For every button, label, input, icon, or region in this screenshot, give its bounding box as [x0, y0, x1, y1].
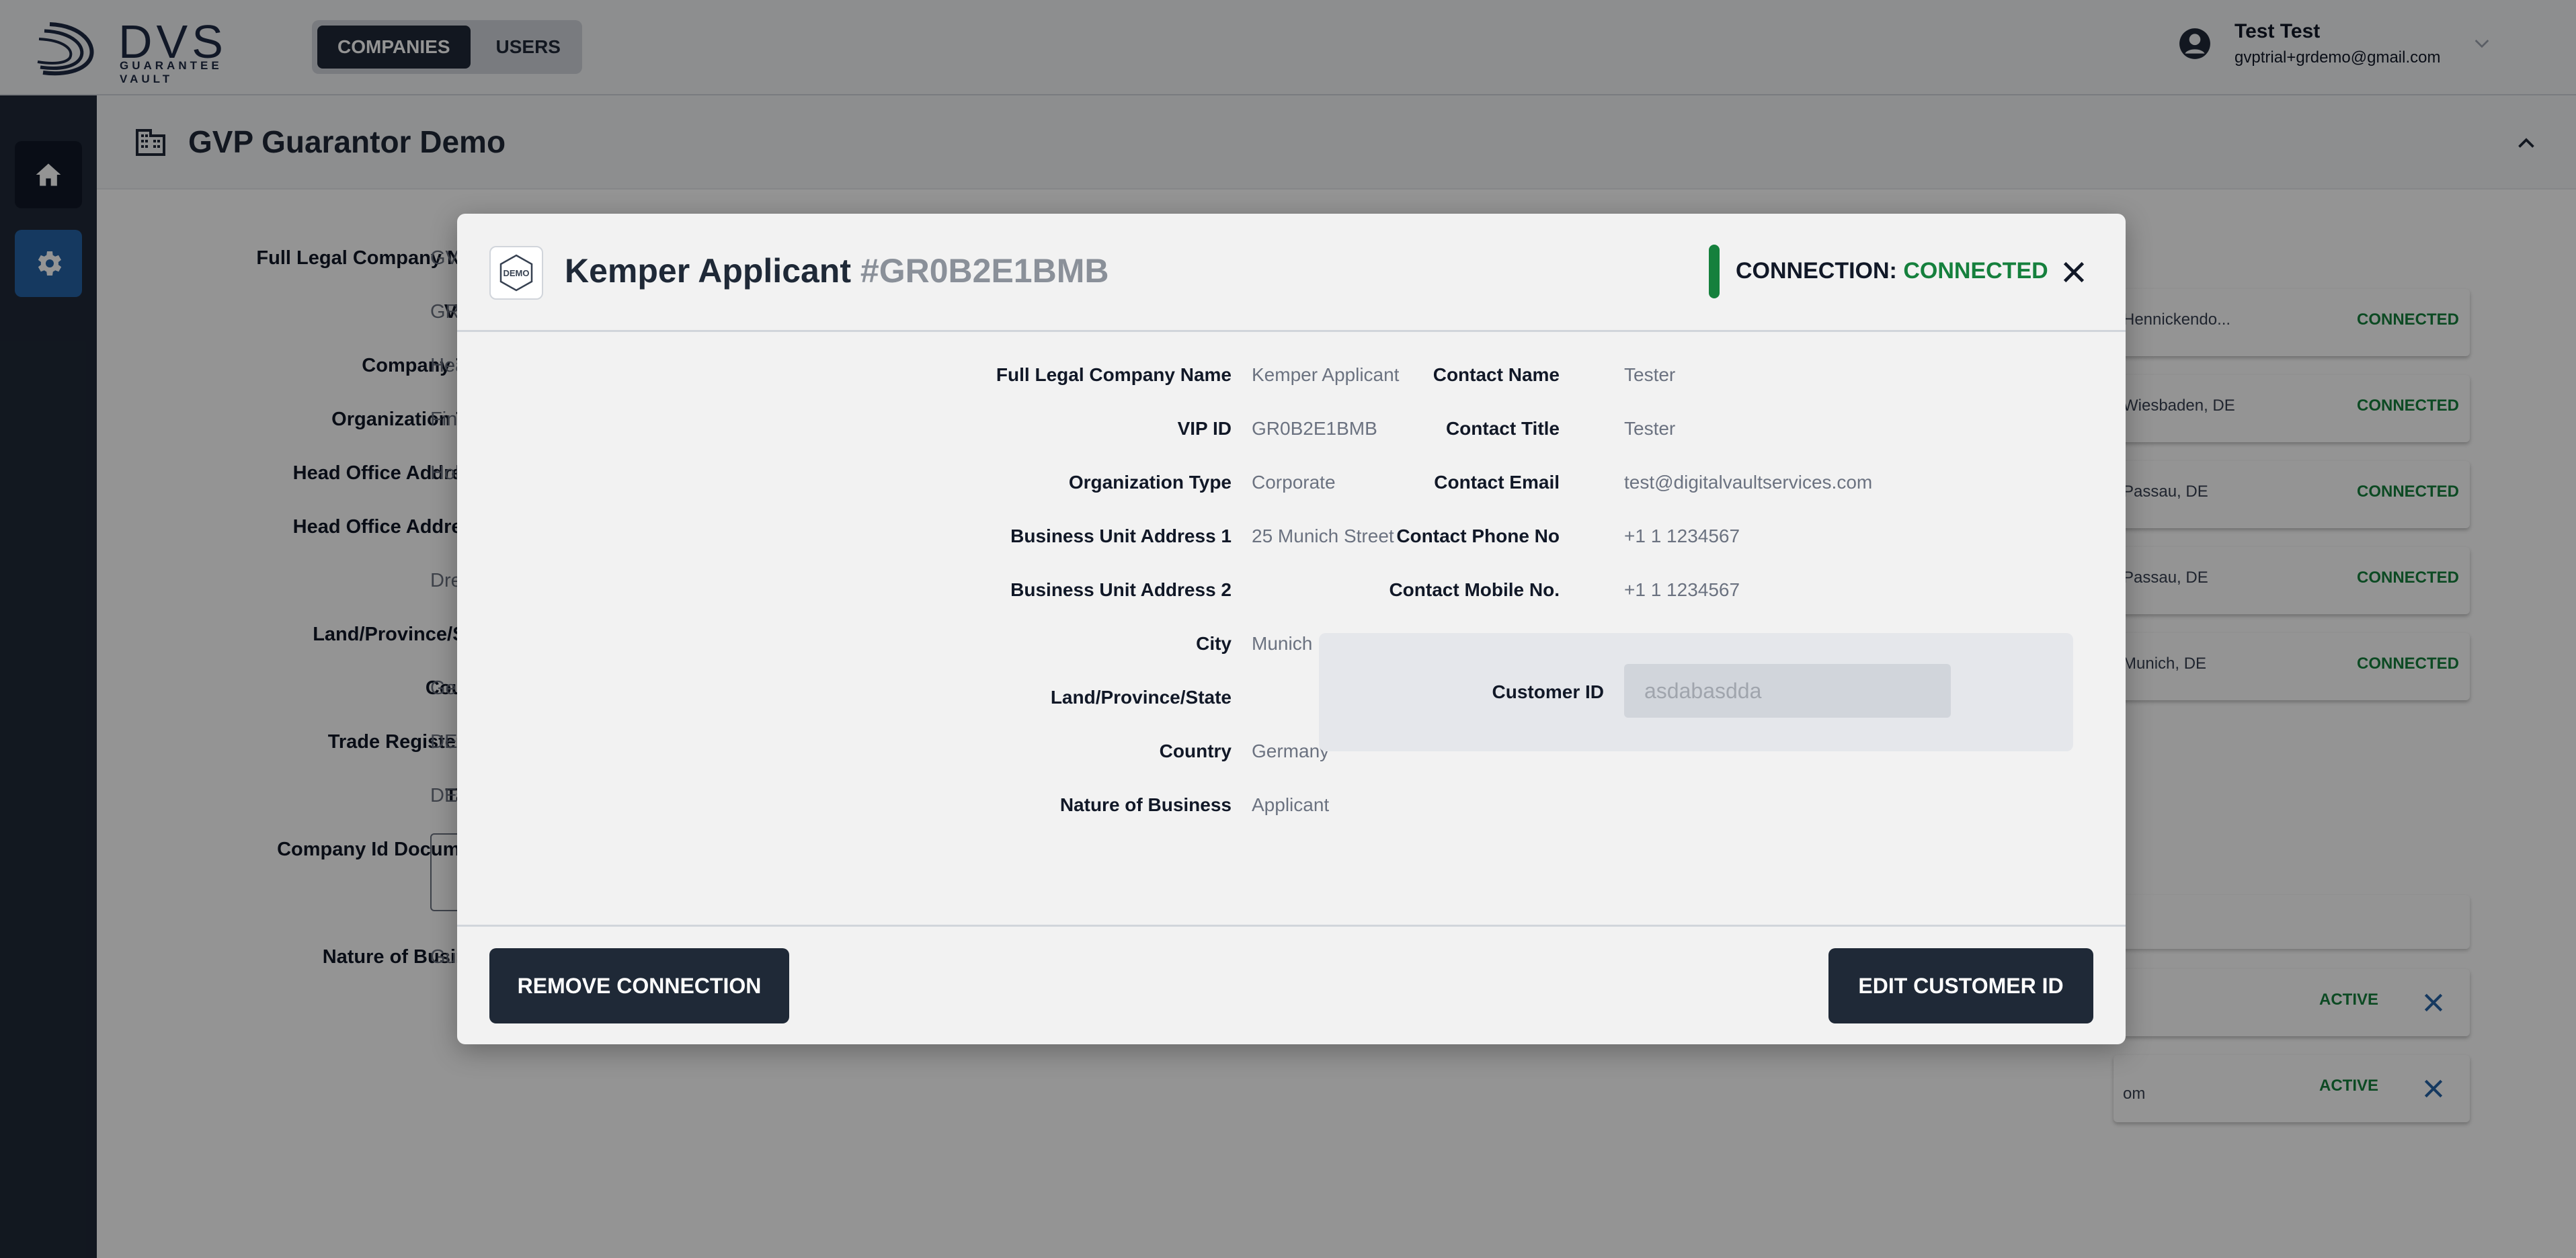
modal-close-icon[interactable]	[2058, 257, 2089, 288]
edit-customer-id-button[interactable]: EDIT CUSTOMER ID	[1828, 948, 2093, 1023]
connection-status-text: CONNECTION: CONNECTED	[1736, 258, 2048, 284]
modal-title: Kemper Applicant #GR0B2E1BMB	[565, 251, 1109, 290]
field-contact-phone: Contact Phone No +1 1 1234567	[1396, 526, 1740, 546]
connection-modal: DEMO Kemper Applicant #GR0B2E1BMB CONNEC…	[457, 214, 2126, 1044]
customer-id-panel: Customer ID	[1319, 633, 2073, 751]
field-nature-of-business: Nature of Business Applicant	[1059, 794, 1330, 815]
demo-logo-icon: DEMO	[499, 254, 533, 292]
remove-connection-button[interactable]: REMOVE CONNECTION	[489, 948, 789, 1023]
field-contact-email: Contact Email test@digitalvaultservices.…	[1434, 472, 1873, 493]
modal-company-name: Kemper Applicant	[565, 252, 852, 290]
field-contact-name: Contact Name Tester	[1433, 364, 1676, 385]
svg-text:DEMO: DEMO	[504, 268, 530, 278]
modal-footer: REMOVE CONNECTION EDIT CUSTOMER ID	[457, 925, 2126, 1044]
modal-vip-id: #GR0B2E1BMB	[860, 252, 1109, 290]
customer-id-label: Customer ID	[1492, 681, 1604, 702]
connection-status-indicator	[1709, 245, 1720, 298]
connection-status-value: CONNECTED	[1903, 258, 2048, 284]
connection-label: CONNECTION:	[1736, 258, 1897, 284]
field-contact-title: Contact Title Tester	[1445, 418, 1676, 439]
field-contact-mobile: Contact Mobile No. +1 1 1234567	[1389, 579, 1740, 600]
customer-id-input[interactable]	[1624, 664, 1951, 718]
company-logo-badge: DEMO	[489, 246, 543, 300]
modal-header: DEMO Kemper Applicant #GR0B2E1BMB CONNEC…	[457, 214, 2126, 332]
